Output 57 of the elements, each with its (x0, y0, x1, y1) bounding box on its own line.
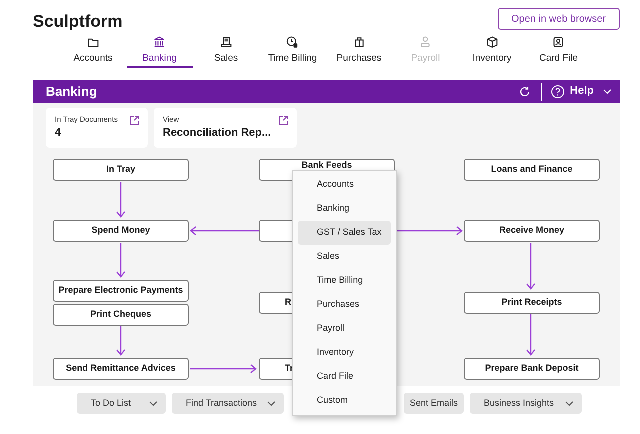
flow-node[interactable]: Loans and Finance (464, 159, 600, 181)
chevron-down-icon (603, 88, 612, 94)
external-link-icon[interactable] (278, 115, 289, 126)
flow-arrow (189, 364, 257, 374)
tab-icon (551, 36, 566, 49)
external-link-icon[interactable] (129, 115, 140, 126)
card-value: Reconciliation Rep... (163, 126, 272, 142)
nav-tab[interactable]: Accounts (60, 34, 126, 68)
tab-icon (152, 36, 168, 49)
menu-item[interactable]: GST / Sales Tax (298, 221, 391, 245)
nav-tab[interactable]: Sales (193, 34, 260, 68)
menu-item[interactable]: Banking (298, 197, 391, 221)
header-title: Banking (46, 82, 98, 101)
menu-item[interactable]: Card File (298, 365, 391, 389)
help-button[interactable]: Help (551, 83, 612, 100)
card-value: 4 (55, 126, 62, 142)
refresh-icon[interactable] (519, 86, 532, 98)
flow-node[interactable]: Print Receipts (464, 292, 600, 314)
flow-arrow (116, 325, 126, 356)
flow-arrow (116, 181, 126, 218)
open-in-browser-button[interactable]: Open in web browser (498, 8, 620, 30)
menu-item[interactable]: Inventory (298, 341, 391, 365)
flow-node[interactable]: Prepare Bank Deposit (464, 358, 600, 380)
action-button[interactable]: Business Insights (470, 393, 582, 414)
menu-item[interactable]: Sales (298, 245, 391, 269)
menu-item[interactable]: Purchases (298, 293, 391, 317)
action-button[interactable]: Find Transactions (172, 393, 284, 414)
nav-tab[interactable]: Time Billing (260, 34, 326, 68)
flow-node[interactable]: Send Remittance Advices (53, 358, 189, 380)
tab-icon (218, 36, 234, 49)
menu-item[interactable]: Accounts (298, 173, 391, 197)
help-icon (551, 84, 566, 98)
chevron-down-icon (565, 400, 574, 406)
flow-node[interactable]: Print Cheques (53, 304, 189, 326)
flow-arrow (526, 313, 536, 356)
flow-arrow (526, 242, 536, 290)
flow-node[interactable]: In Tray (53, 159, 189, 181)
tab-icon (86, 36, 101, 49)
flow-node[interactable]: Receive Money (464, 220, 600, 242)
nav-tab[interactable]: Purchases (326, 34, 392, 68)
app-title: Sculptform (33, 11, 123, 33)
nav-tab[interactable]: Inventory (459, 34, 526, 68)
flow-arrow (116, 242, 126, 278)
action-button[interactable]: Sent Emails (404, 393, 464, 414)
action-button[interactable]: To Do List (77, 393, 166, 414)
flow-node[interactable]: Prepare Electronic Payments (53, 280, 189, 302)
menu-item[interactable]: Time Billing (298, 269, 391, 293)
nav-tab[interactable]: Banking (126, 34, 193, 68)
menu-item[interactable]: Custom (298, 389, 391, 413)
nav-tab[interactable]: Card File (526, 34, 592, 68)
menu-item[interactable]: Payroll (298, 317, 391, 341)
tab-icon (285, 36, 300, 49)
flow-node[interactable]: Spend Money (53, 220, 189, 242)
chevron-down-icon (149, 400, 158, 406)
chevron-down-icon (267, 400, 276, 406)
tab-icon (484, 36, 500, 49)
flow-arrow (190, 226, 260, 236)
